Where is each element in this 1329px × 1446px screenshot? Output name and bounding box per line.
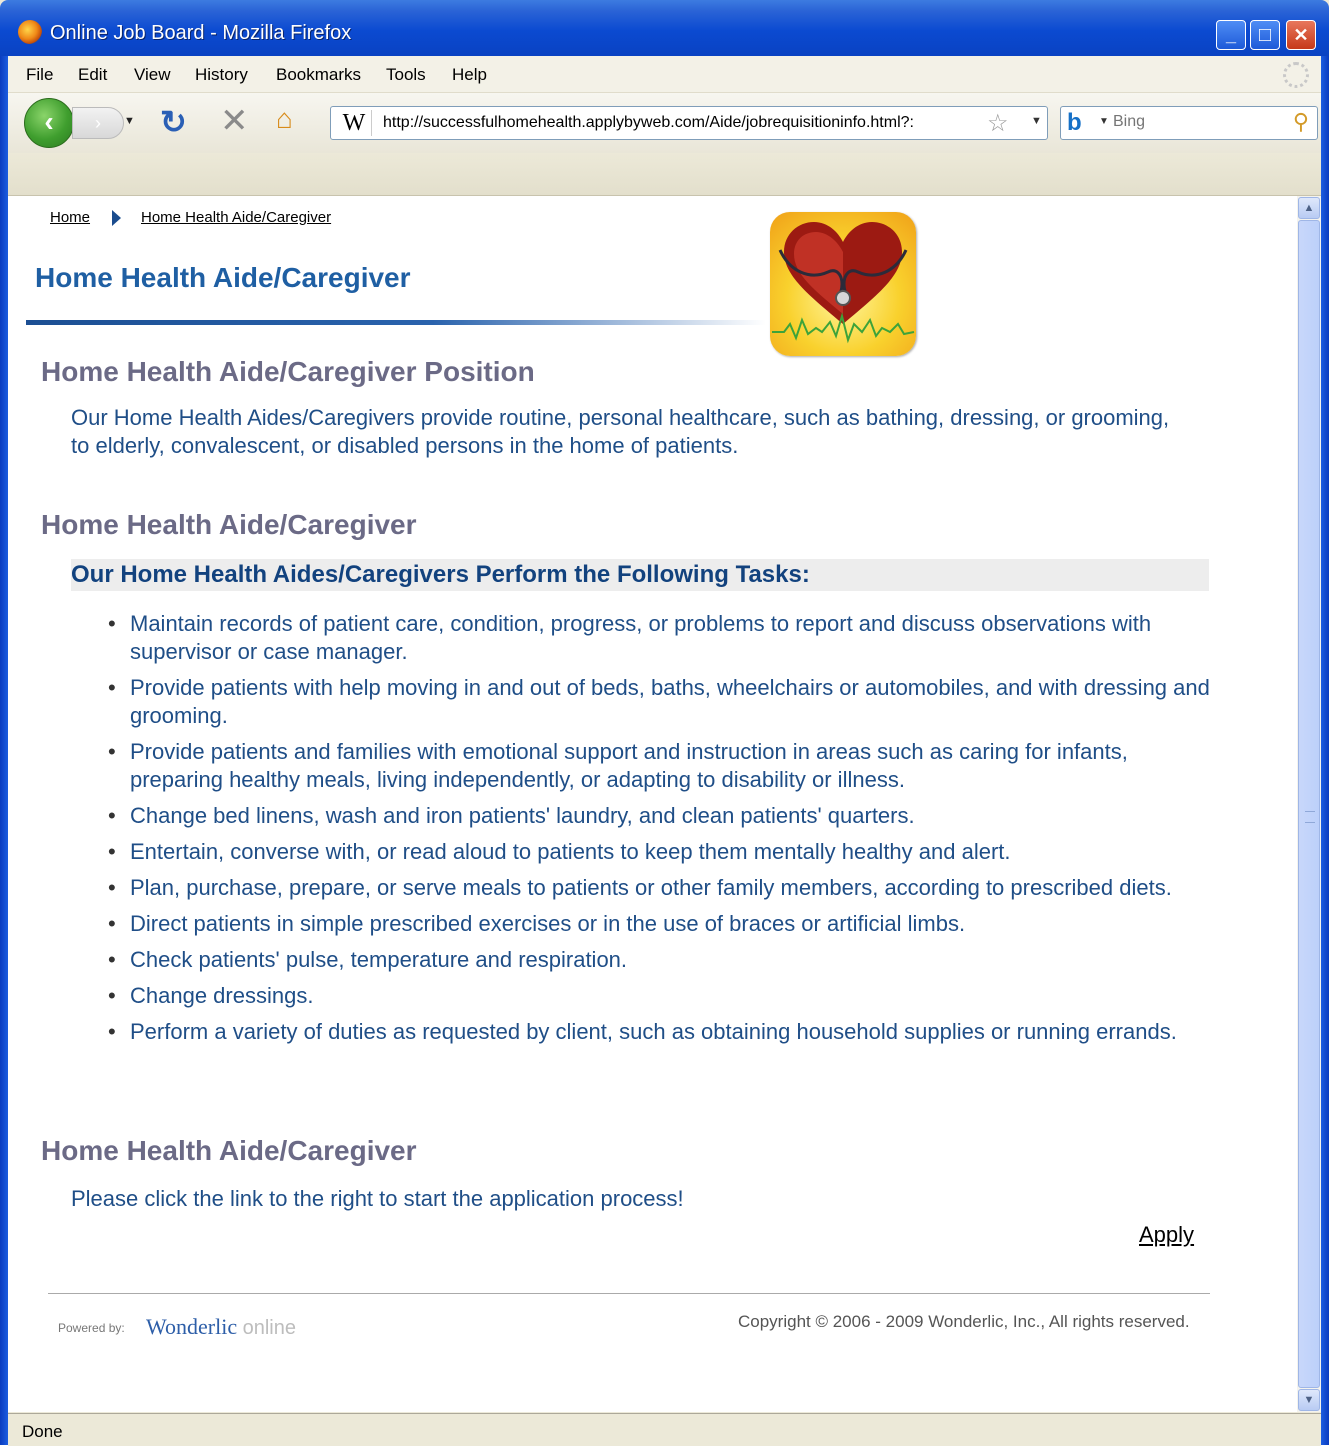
bing-icon[interactable]: b <box>1067 109 1082 137</box>
back-button[interactable]: ‹ <box>24 98 74 148</box>
navigation-toolbar: ‹ › ▼ ↻ ✕ ⌂ W http://successfulhomehealt… <box>8 93 1321 153</box>
window-title: Online Job Board - Mozilla Firefox <box>50 22 352 44</box>
tasks-list: Maintain records of patient care, condit… <box>106 610 1211 1054</box>
wonderlic-brand-suffix: online <box>242 1317 296 1339</box>
forward-button[interactable]: › <box>72 107 124 139</box>
window-border-right <box>1321 56 1329 1445</box>
scroll-up-arrow-icon[interactable]: ▲ <box>1298 197 1320 219</box>
list-item: Direct patients in simple prescribed exe… <box>106 910 1211 938</box>
throbber-icon <box>1283 62 1309 88</box>
breadcrumb-arrow-icon <box>112 210 121 226</box>
apply-link[interactable]: Apply <box>1139 1222 1194 1248</box>
copyright-text: Copyright © 2006 - 2009 Wonderlic, Inc.,… <box>738 1312 1190 1331</box>
forward-icon: › <box>95 113 101 133</box>
page-title: Home Health Aide/Caregiver <box>35 262 411 293</box>
apply-section-heading: Home Health Aide/Caregiver <box>41 1135 417 1166</box>
stop-icon[interactable]: ✕ <box>220 101 249 141</box>
title-bar[interactable]: Online Job Board - Mozilla Firefox _ □ ✕ <box>0 0 1329 56</box>
menu-view[interactable]: View <box>134 65 171 85</box>
maximize-button[interactable]: □ <box>1250 20 1280 50</box>
reload-icon[interactable]: ↻ <box>160 103 187 141</box>
minimize-button[interactable]: _ <box>1216 20 1246 50</box>
powered-by-label: Powered by: <box>58 1321 125 1335</box>
status-bar: Done <box>8 1413 1321 1446</box>
tasks-subheading-text: Our Home Health Aides/Caregivers Perform… <box>71 561 810 588</box>
status-text: Done <box>22 1422 63 1441</box>
wonderlic-logo[interactable]: Wonderlic online <box>146 1314 296 1340</box>
close-button[interactable]: ✕ <box>1286 20 1316 50</box>
url-text[interactable]: http://successfulhomehealth.applybyweb.c… <box>383 114 979 132</box>
magnifier-icon[interactable]: ⚲ <box>1293 109 1309 135</box>
tasks-subheading: Our Home Health Aides/Caregivers Perform… <box>71 559 1209 591</box>
vertical-scrollbar[interactable]: ▲ ▼ <box>1297 196 1321 1412</box>
apply-instructions: Please click the link to the right to st… <box>71 1186 684 1211</box>
list-item: Provide patients and families with emoti… <box>106 738 1211 794</box>
menu-file[interactable]: File <box>26 65 53 85</box>
menu-history[interactable]: History <box>195 65 248 85</box>
history-dropdown-icon[interactable]: ▼ <box>124 115 135 127</box>
position-description: Our Home Health Aides/Caregivers provide… <box>71 405 1170 458</box>
bookmark-star-icon[interactable]: ☆ <box>987 109 1009 138</box>
wonderlic-brand: Wonderlic <box>146 1314 238 1339</box>
scroll-down-arrow-icon[interactable]: ▼ <box>1298 1389 1320 1411</box>
menu-tools[interactable]: Tools <box>386 65 426 85</box>
url-dropdown-icon[interactable]: ▼ <box>1031 115 1042 127</box>
back-icon: ‹ <box>44 106 54 137</box>
position-heading: Home Health Aide/Caregiver Position <box>41 356 535 387</box>
list-item: Plan, purchase, prepare, or serve meals … <box>106 874 1211 902</box>
list-item: Maintain records of patient care, condit… <box>106 610 1211 666</box>
home-icon[interactable]: ⌂ <box>276 103 310 137</box>
list-item: Provide patients with help moving in and… <box>106 674 1211 730</box>
search-bar[interactable]: b ▼ ⚲ <box>1060 106 1318 140</box>
bookmarks-toolbar <box>8 153 1321 196</box>
list-item: Check patients' pulse, temperature and r… <box>106 946 1211 974</box>
footer-divider <box>48 1293 1210 1294</box>
list-item: Entertain, converse with, or read aloud … <box>106 838 1211 866</box>
browser-window: Online Job Board - Mozilla Firefox _ □ ✕… <box>0 0 1329 1446</box>
tasks-section-heading: Home Health Aide/Caregiver <box>41 509 417 540</box>
breadcrumb-current-link[interactable]: Home Health Aide/Caregiver <box>141 209 331 226</box>
scroll-thumb[interactable] <box>1298 220 1320 1388</box>
url-bar[interactable]: W http://successfulhomehealth.applybyweb… <box>330 106 1048 140</box>
search-input[interactable] <box>1113 113 1263 131</box>
window-border-left <box>0 56 8 1445</box>
firefox-icon <box>18 20 42 44</box>
list-item: Change dressings. <box>106 982 1211 1010</box>
scroll-grip-icon <box>1305 811 1315 823</box>
search-engine-dropdown-icon[interactable]: ▼ <box>1099 116 1109 127</box>
title-divider <box>26 320 766 325</box>
list-item: Change bed linens, wash and iron patient… <box>106 802 1211 830</box>
menu-help[interactable]: Help <box>452 65 487 85</box>
breadcrumb-home-link[interactable]: Home <box>50 209 90 226</box>
site-favicon-icon[interactable]: W <box>337 110 372 136</box>
menu-bar: File Edit View History Bookmarks Tools H… <box>8 56 1321 93</box>
page-viewport: Home Home Health Aide/Caregiver Home Hea… <box>8 196 1297 1412</box>
heart-stethoscope-logo <box>770 212 916 356</box>
menu-bookmarks[interactable]: Bookmarks <box>276 65 361 85</box>
list-item: Perform a variety of duties as requested… <box>106 1018 1211 1046</box>
menu-edit[interactable]: Edit <box>78 65 107 85</box>
